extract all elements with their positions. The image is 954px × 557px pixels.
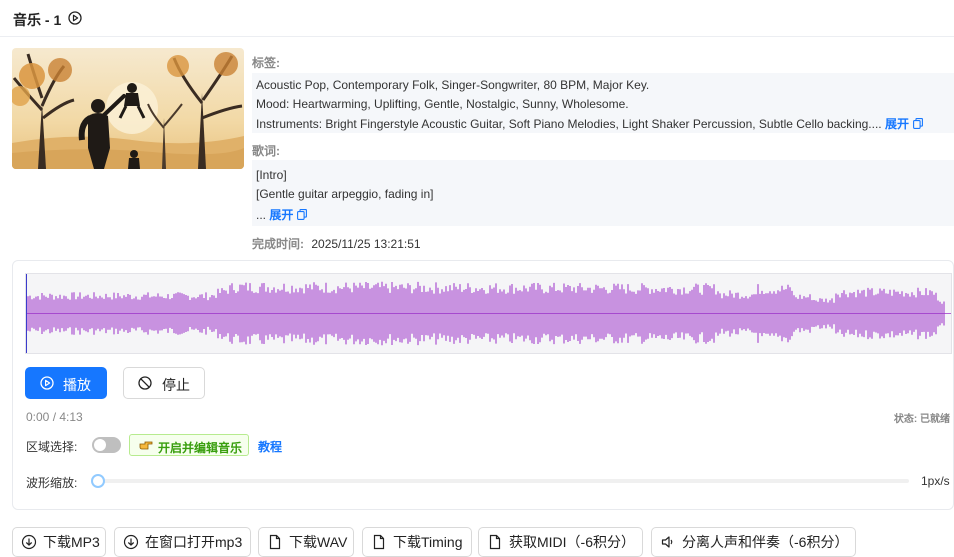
file-icon: [269, 534, 281, 550]
download-timing-label: 下载Timing: [393, 534, 463, 550]
separate-vocals-label: 分离人声和伴奏（-6积分）: [682, 534, 849, 550]
edit-music-tag[interactable]: 开启并编辑音乐: [129, 434, 249, 456]
download-wav-button[interactable]: 下载WAV: [258, 527, 354, 557]
region-select-label: 区域选择:: [26, 440, 78, 454]
lyrics-line: [Intro]: [256, 168, 287, 182]
edit-music-label: 开启并编辑音乐: [158, 441, 243, 455]
sound-icon: [661, 536, 673, 548]
tags-line: Mood: Heartwarming, Uplifting, Gentle, N…: [256, 97, 629, 111]
stop-button-label: 停止: [162, 377, 190, 393]
lyrics-expand-row: ... 展开: [256, 206, 308, 223]
download-wav-label: 下载WAV: [289, 534, 348, 550]
lyrics-ellipsis: ...: [256, 208, 267, 222]
lyrics-expand-link[interactable]: 展开: [269, 208, 293, 222]
waveform-graphic: [26, 281, 951, 346]
tags-box: Acoustic Pop, Contemporary Folk, Singer-…: [252, 73, 954, 133]
play-circle-icon: [40, 376, 54, 390]
play-button[interactable]: 播放: [25, 367, 107, 399]
file-icon: [373, 534, 385, 550]
tags-line-with-expand: Instruments: Bright Fingerstyle Acoustic…: [256, 115, 923, 132]
play-button-label: 播放: [63, 377, 91, 393]
cover-image: [12, 48, 244, 169]
playhead-cursor[interactable]: [26, 274, 27, 353]
playback-timecode: 0:00 / 4:13: [26, 410, 83, 424]
separate-vocals-button[interactable]: 分离人声和伴奏（-6积分）: [651, 527, 856, 557]
copy-icon[interactable]: [297, 209, 308, 220]
completion-time-label: 完成时间:: [252, 237, 304, 251]
waveform-zoom-handle[interactable]: [91, 474, 105, 488]
download-mp3-button[interactable]: 下载MP3: [12, 527, 106, 557]
open-mp3-window-label: 在窗口打开mp3: [145, 534, 243, 550]
pointing-hand-icon: [139, 441, 153, 450]
stop-button[interactable]: 停止: [123, 367, 205, 399]
page-title: 音乐 - 1: [13, 12, 62, 28]
get-midi-label: 获取MIDI（-6积分）: [509, 534, 635, 550]
tags-line: Instruments: Bright Fingerstyle Acoustic…: [256, 117, 882, 131]
download-icon: [123, 534, 139, 550]
lyrics-line: [Gentle guitar arpeggio, fading in]: [256, 187, 434, 201]
get-midi-button[interactable]: 获取MIDI（-6积分）: [478, 527, 643, 557]
download-timing-button[interactable]: 下载Timing: [362, 527, 472, 557]
lyrics-label: 歌词:: [252, 144, 280, 158]
player-status: 状态: 已就绪: [893, 414, 950, 425]
tags-label: 标签:: [252, 56, 280, 70]
tags-line: Acoustic Pop, Contemporary Folk, Singer-…: [256, 78, 650, 92]
region-select-toggle[interactable]: [92, 437, 121, 453]
waveform-zoom-value: 1px/s: [921, 474, 950, 488]
lyrics-box: [Intro] [Gentle guitar arpeggio, fading …: [252, 160, 954, 226]
download-icon: [21, 534, 37, 550]
completion-time-row: 完成时间: 2025/11/25 13:21:51: [252, 235, 421, 252]
file-icon: [489, 534, 501, 550]
page-header: 音乐 - 1: [0, 0, 954, 37]
download-mp3-label: 下载MP3: [43, 534, 100, 550]
completion-time-value: 2025/11/25 13:21:51: [311, 237, 421, 251]
waveform-zoom-label: 波形缩放:: [26, 476, 78, 490]
open-mp3-window-button[interactable]: 在窗口打开mp3: [114, 527, 251, 557]
waveform[interactable]: [25, 273, 952, 354]
tutorial-link[interactable]: 教程: [258, 438, 282, 455]
copy-icon[interactable]: [913, 118, 923, 129]
tags-expand-link[interactable]: 展开: [885, 117, 909, 131]
waveform-zoom-track[interactable]: [97, 479, 909, 483]
play-circle-icon[interactable]: [68, 11, 82, 25]
stop-icon: [138, 376, 152, 390]
